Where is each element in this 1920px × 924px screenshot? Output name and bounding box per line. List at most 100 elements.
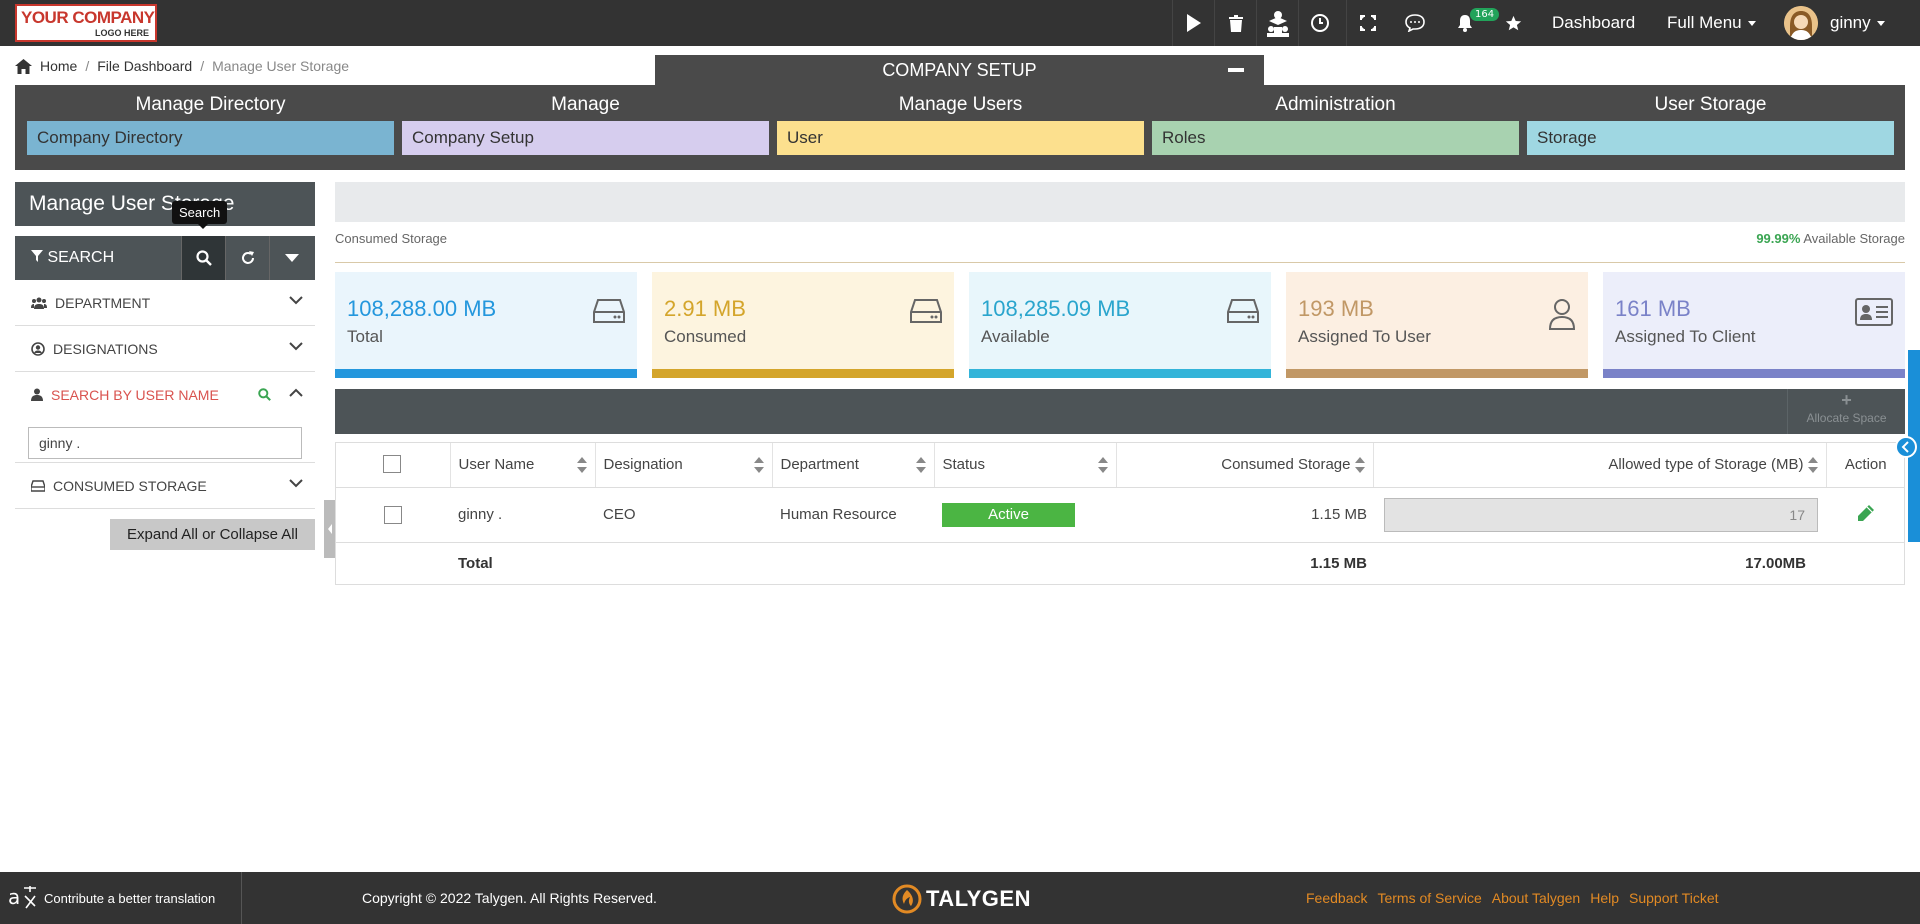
logo-line2: LOGO HERE [94,28,149,38]
available-label: Available Storage [1803,231,1905,246]
home-icon [15,58,32,74]
stat-label: Consumed [664,327,747,346]
company-logo[interactable]: YOUR COMPANY LOGO HERE [15,4,157,42]
trash-icon[interactable] [1214,0,1256,46]
translate-contribution[interactable]: a Contribute a better translation [0,872,242,924]
svg-text:a: a [8,885,20,909]
avatar[interactable] [1784,6,1818,40]
setup-column-administration: Administration Roles [1152,93,1519,155]
row-checkbox[interactable] [383,505,402,524]
chevron-up-icon[interactable] [289,388,303,397]
stat-card-available: 108,285.09 MB Available [969,272,1271,378]
department-filter[interactable]: DEPARTMENT [15,280,315,326]
top-navbar: YOUR COMPANY LOGO HERE 164 Dashboard Ful… [0,0,1920,46]
edit-pencil-icon[interactable] [1857,504,1875,522]
cell-designation: CEO [595,487,772,543]
column-header-status[interactable]: Status [934,442,1117,488]
setup-column-manage: Manage Company Setup [402,93,769,155]
cell-empty [772,542,934,585]
cell-username: ginny . [450,487,595,543]
setup-column-heading: Administration [1275,94,1396,115]
divider [335,262,1905,263]
setup-link-company-directory[interactable]: Company Directory [27,121,394,155]
username-search-input[interactable] [28,427,302,459]
select-all-checkbox[interactable] [383,455,402,474]
play-icon[interactable] [1172,0,1214,46]
setup-link-roles[interactable]: Roles [1152,121,1519,155]
footer-link-help[interactable]: Help [1590,872,1619,924]
sort-icon [1807,457,1818,473]
total-label: Total [450,542,595,585]
stat-card-assigned-client: 161 MB Assigned To Client [1603,272,1905,378]
plus-icon: + [1841,390,1852,410]
user-menu[interactable]: ginny [1830,0,1885,46]
copyright-text: Copyright © 2022 Talygen. All Rights Res… [362,890,657,906]
chat-icon[interactable] [1394,0,1436,46]
search-options-dropdown[interactable] [269,236,313,280]
bell-icon[interactable] [1444,0,1486,46]
breadcrumb-home[interactable]: Home [40,58,77,74]
column-header-allowed-storage[interactable]: Allowed type of Storage (MB) [1373,442,1827,488]
brand-name: TALYGEN [926,886,1031,911]
stat-card-bar [335,369,637,378]
column-label: Department [780,455,859,473]
talygen-logo: TALYGEN [892,884,1031,914]
company-setup-panel: Manage Directory Company Directory Manag… [15,85,1905,170]
refresh-button[interactable] [225,236,269,280]
cell-status: Active [934,487,1116,543]
minus-icon[interactable] [1228,68,1244,72]
user-storage-table: User Name Designation Department Status … [335,442,1905,585]
footer: a Contribute a better translation Copyri… [0,872,1920,924]
fullscreen-icon[interactable] [1346,0,1388,46]
column-header-username[interactable]: User Name [450,442,596,488]
arrow-left-circle-icon[interactable] [1895,436,1917,458]
expand-collapse-all-button[interactable]: Expand All or Collapse All [110,519,315,550]
star-icon[interactable] [1492,0,1534,46]
sort-icon [915,457,926,473]
table-total-row: Total 1.15 MB 17.00MB [335,542,1905,585]
column-header-department[interactable]: Department [772,442,935,488]
footer-link-feedback[interactable]: Feedback [1306,872,1367,924]
footer-link-support[interactable]: Support Ticket [1629,872,1719,924]
setup-column-user-storage: User Storage Storage [1527,93,1894,155]
column-header-designation[interactable]: Designation [595,442,773,488]
team-icon[interactable] [1256,0,1298,46]
user-circle-icon [31,341,45,356]
cell-department: Human Resource [772,487,934,543]
column-header-action: Action [1826,442,1905,488]
stat-card-assigned-user: 193 MB Assigned To User [1286,272,1588,378]
allowed-storage-input[interactable]: 17 [1384,497,1818,532]
consumed-storage-filter[interactable]: CONSUMED STORAGE [15,463,315,509]
sort-icon [576,457,587,473]
allocate-space-button[interactable]: + Allocate Space [1787,389,1905,434]
id-card-icon [1855,298,1893,326]
column-label: User Name [458,455,535,473]
designations-filter[interactable]: DESIGNATIONS [15,326,315,372]
search-icon[interactable] [258,388,271,401]
drive-icon [1227,299,1259,323]
search-label: SEARCH [47,249,115,266]
setup-link-user[interactable]: User [777,121,1144,155]
stat-label: Available [981,327,1050,346]
breadcrumb-file-dashboard[interactable]: File Dashboard [97,58,192,74]
column-label: Consumed Storage [1221,455,1351,473]
setup-link-storage[interactable]: Storage [1527,121,1894,155]
footer-link-terms[interactable]: Terms of Service [1377,872,1481,924]
footer-link-about[interactable]: About Talygen [1492,872,1580,924]
company-setup-tab[interactable]: COMPANY SETUP [655,55,1264,85]
cell-action [1826,487,1905,543]
drive-icon [31,479,45,492]
clock-icon[interactable] [1298,0,1340,46]
setup-link-company-setup[interactable]: Company Setup [402,121,769,155]
row-select-cell [335,487,450,543]
dashboard-link[interactable]: Dashboard [1552,0,1635,46]
setup-column-heading: Manage [551,94,620,115]
full-menu-dropdown[interactable]: Full Menu [1667,0,1756,46]
search-button[interactable] [181,236,225,280]
setup-column-users: Manage Users User [777,93,1144,155]
drive-icon [593,299,625,323]
column-header-consumed-storage[interactable]: Consumed Storage [1116,442,1374,488]
search-filter-label[interactable]: SEARCH [31,236,114,280]
stat-card-total: 108,288.00 MB Total [335,272,637,378]
table-row: ginny . CEO Human Resource Active 1.15 M… [335,487,1905,543]
